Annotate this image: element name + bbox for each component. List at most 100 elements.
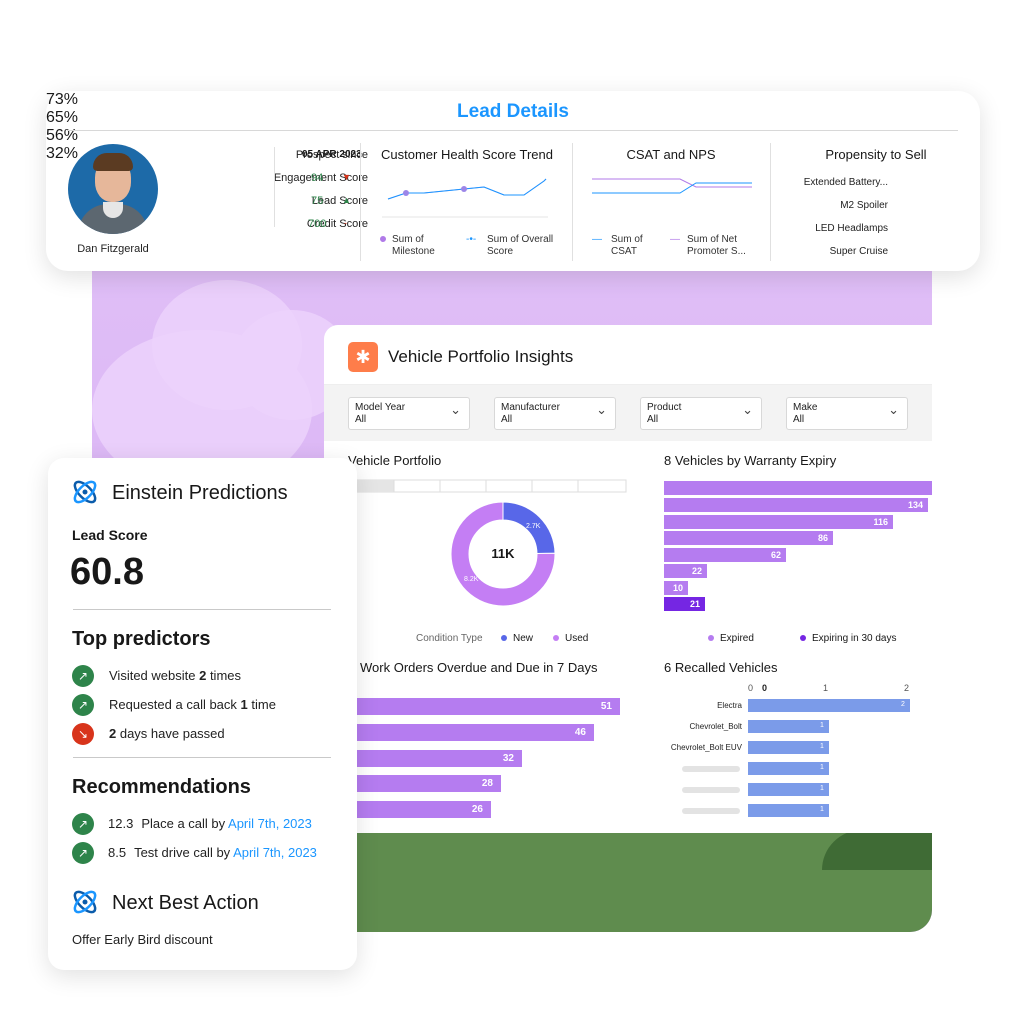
arrow-down-right-icon: ↘ bbox=[72, 723, 94, 745]
donut-total: 11K bbox=[491, 546, 515, 561]
recalled-bar[interactable] bbox=[748, 783, 829, 796]
recommendation-text: Place a call by bbox=[141, 816, 229, 831]
recommendation-row[interactable]: 12.3 Place a call by April 7th, 2023 bbox=[108, 816, 312, 831]
propensity-label: Super Cruise bbox=[829, 246, 888, 257]
top-predictors-heading: Top predictors bbox=[72, 628, 211, 650]
propensity-row[interactable]: LED Headlamps bbox=[768, 223, 888, 238]
filter-product[interactable]: Product All ⌄ bbox=[640, 397, 762, 430]
predictor-text: Requested a call back bbox=[109, 697, 241, 712]
work-order-value: 46 bbox=[574, 726, 586, 738]
warranty-bar-value: 22 bbox=[691, 566, 702, 576]
arrow-up-right-icon: ↗ bbox=[72, 665, 94, 687]
donut-new-label: 2.7K bbox=[526, 523, 541, 530]
score-row-engagement: Engagement Score 94 ▼ bbox=[168, 172, 368, 190]
recommendations-heading: Recommendations bbox=[72, 776, 251, 798]
legend-line-icon: -•- bbox=[466, 234, 477, 245]
predictor-text: times bbox=[206, 668, 241, 683]
recalled-label-placeholder bbox=[682, 787, 740, 793]
propensity-row[interactable]: Extended Battery... bbox=[768, 177, 888, 192]
divider bbox=[274, 147, 275, 227]
recommendation-row[interactable]: 8.5 Test drive call by April 7th, 2023 bbox=[108, 845, 317, 860]
predictor-text: days have passed bbox=[116, 726, 225, 741]
health-trend-title: Customer Health Score Trend bbox=[381, 147, 553, 162]
score-value: 700 bbox=[308, 218, 327, 230]
warranty-bar-value: 116 bbox=[873, 516, 888, 527]
filter-make[interactable]: Make All ⌄ bbox=[786, 397, 908, 430]
filter-value: All bbox=[355, 414, 367, 425]
recommendation-date-link[interactable]: April 7th, 2023 bbox=[233, 845, 317, 860]
recalled-bar[interactable] bbox=[748, 699, 910, 712]
predictor-text: time bbox=[247, 697, 276, 712]
predictor-row: Requested a call back 1 time bbox=[109, 697, 276, 712]
arrow-up-right-icon: ↗ bbox=[72, 813, 94, 835]
work-order-value: 51 bbox=[600, 701, 612, 712]
predictor-row: 2 days have passed bbox=[109, 726, 225, 741]
chevron-down-icon: ⌄ bbox=[596, 402, 607, 417]
warranty-title: 8 Vehicles by Warranty Expiry bbox=[664, 453, 837, 468]
filter-manufacturer[interactable]: Manufacturer All ⌄ bbox=[494, 397, 616, 430]
vehicle-portfolio-panel: ✱ Vehicle Portfolio Insights Model Year … bbox=[324, 325, 932, 833]
propensity-label: Extended Battery... bbox=[803, 177, 888, 188]
panel-title: Vehicle Portfolio Insights bbox=[388, 347, 574, 366]
work-order-value: 26 bbox=[471, 804, 483, 816]
score-row-credit: Credit Score 700 - bbox=[168, 218, 368, 236]
axis-tick: 2 bbox=[904, 683, 910, 693]
portfolio-title: Vehicle Portfolio bbox=[348, 453, 442, 468]
legend-label: Sum of Overall Score bbox=[487, 234, 554, 257]
chevron-down-icon: ⌄ bbox=[742, 402, 753, 417]
filter-bar: Model Year All ⌄ Manufacturer All ⌄ Prod… bbox=[324, 385, 932, 441]
work-order-value: 28 bbox=[481, 778, 493, 790]
recalled-bar[interactable] bbox=[748, 741, 829, 754]
score-value: 05 APR 2023 bbox=[302, 149, 362, 160]
recalled-label-placeholder bbox=[682, 766, 740, 772]
recalled-label: Electra bbox=[717, 701, 742, 710]
lead-details-card: Lead Details Dan Fitzgerald Prospect sin… bbox=[46, 91, 980, 271]
recommendation-date-link[interactable]: April 7th, 2023 bbox=[228, 816, 312, 831]
down-arrow-icon: ▼ bbox=[342, 172, 351, 182]
predictor-row: Visited website 2 times bbox=[109, 668, 241, 683]
arrow-up-right-icon: ↗ bbox=[72, 842, 94, 864]
divider bbox=[360, 143, 361, 261]
dash-icon: - bbox=[344, 218, 347, 228]
warranty-bar-value: 86 bbox=[817, 533, 828, 543]
legend-label: Expired bbox=[720, 633, 754, 644]
chevron-down-icon: ⌄ bbox=[888, 402, 899, 417]
recalled-bar[interactable] bbox=[748, 762, 829, 775]
portfolio-mini-tabs bbox=[354, 479, 627, 493]
legend-label: New bbox=[513, 633, 534, 644]
legend-label: Expiring in 30 days bbox=[812, 633, 897, 644]
legend-label: Sum of Net Promoter S... bbox=[687, 234, 746, 257]
work-order-value: 32 bbox=[502, 752, 514, 764]
legend-label: Used bbox=[565, 633, 589, 644]
offer-text[interactable]: Offer Early Bird discount bbox=[72, 932, 213, 947]
legend-title: Condition Type bbox=[416, 633, 483, 644]
recalled-label: Chevrolet_Bolt bbox=[689, 722, 742, 731]
axis-tick: 0 bbox=[762, 683, 768, 693]
filter-label: Product bbox=[647, 402, 682, 413]
legend-dot bbox=[800, 635, 806, 641]
up-arrow-icon: ▲ bbox=[342, 195, 351, 205]
health-trend-chart[interactable] bbox=[382, 169, 552, 219]
next-best-action-title: Next Best Action bbox=[112, 892, 259, 914]
recalled-bar[interactable] bbox=[748, 720, 829, 733]
recalled-bar[interactable] bbox=[748, 804, 829, 817]
recalled-value: 1 bbox=[820, 806, 824, 813]
divider bbox=[73, 757, 331, 758]
legend-overall: -•- bbox=[466, 234, 476, 246]
recalled-value: 1 bbox=[820, 785, 824, 792]
chevron-down-icon: ⌄ bbox=[450, 402, 461, 417]
propensity-row[interactable]: Super Cruise bbox=[768, 246, 888, 261]
arrow-up-right-icon: ↗ bbox=[72, 694, 94, 716]
warranty-bar-top[interactable] bbox=[664, 481, 932, 495]
propensity-row[interactable]: M2 Spoiler bbox=[768, 200, 888, 215]
divider bbox=[572, 143, 573, 261]
predictor-text: Visited website bbox=[109, 668, 200, 683]
avatar[interactable] bbox=[68, 144, 158, 234]
star-person-icon: ✱ bbox=[348, 342, 378, 372]
filter-model-year[interactable]: Model Year All ⌄ bbox=[348, 397, 470, 430]
lead-details-title: Lead Details bbox=[457, 101, 569, 122]
legend-label: Sum of CSAT bbox=[611, 234, 643, 257]
score-row-lead: Lead Score 75 ▲ bbox=[168, 195, 368, 213]
csat-nps-chart[interactable] bbox=[592, 171, 752, 201]
lead-score-value: 60.8 bbox=[70, 551, 144, 593]
